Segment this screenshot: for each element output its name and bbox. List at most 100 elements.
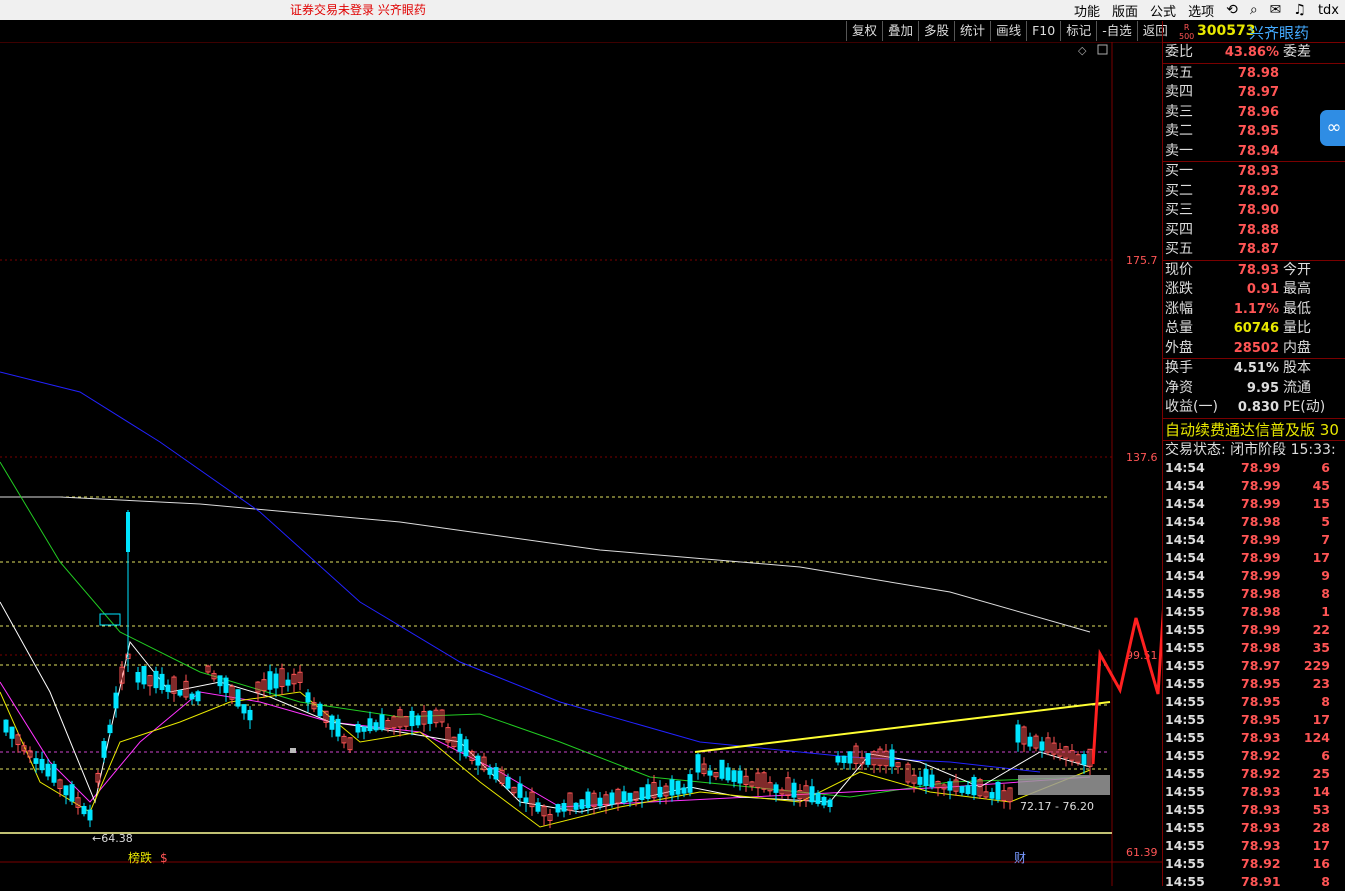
stock-name[interactable]: 兴齐眼药: [1249, 22, 1309, 43]
candle-body: [427, 710, 433, 724]
overlay-button[interactable]: 叠加: [882, 21, 919, 41]
candle-body: [141, 665, 147, 685]
tick-list: 14:54 78.99 6 14:54 78.99 45 14:54 78.99 15 14:54…: [1163, 459, 1345, 891]
statistics-button[interactable]: 统计: [954, 21, 991, 41]
candle-body: [177, 690, 183, 696]
tick-row: 14:54 78.99 7: [1165, 531, 1330, 547]
restore-rights-button[interactable]: 复权: [846, 21, 883, 41]
candle-body: [1039, 741, 1045, 751]
candle-body: [815, 792, 821, 804]
candle-body: [235, 689, 241, 707]
candle-body: [113, 692, 119, 709]
tick-row: 14:55 78.95 17: [1165, 711, 1330, 727]
candle-body: [1081, 754, 1087, 765]
tick-row: 14:55 78.93 124: [1165, 729, 1330, 745]
bell-icon[interactable]: ♫: [1293, 2, 1306, 18]
search-icon[interactable]: ⌕: [1250, 2, 1258, 18]
ticker-banner[interactable]: 自动续费通达信普及版 30: [1163, 417, 1345, 440]
axis-label-1: 175.7: [1126, 254, 1158, 267]
trade-state: 交易状态: 闭市阶段 15:33:: [1163, 439, 1345, 459]
kline-chart[interactable]: 175.7 137.6 99.51 61.39 ◇ 72.17 - 76.20 …: [0, 42, 1162, 886]
candle-body: [247, 709, 253, 721]
candle-body: [51, 763, 57, 783]
candle-body: [841, 755, 847, 763]
bottom-tag-finance: 财: [1014, 851, 1026, 865]
tick-row: 14:55 78.93 14: [1165, 783, 1330, 799]
sell-orders: 卖五 78.98 卖四 78.97 卖三 78.96 卖二 78.95 卖一 78.94: [1163, 62, 1345, 162]
candle-body: [457, 733, 463, 752]
candle-body: [165, 684, 171, 692]
candle-body: [241, 704, 247, 714]
remove-watchlist-button[interactable]: -自选: [1096, 21, 1137, 41]
stat-row: 总量 60746 量比: [1165, 320, 1311, 336]
tick-row: 14:55 78.97 229: [1165, 657, 1330, 673]
candle-body: [3, 719, 9, 733]
stat-row: 现价 78.93 今开: [1165, 261, 1311, 278]
candle-body: [597, 797, 603, 807]
candle-body: [126, 512, 130, 552]
candle-body: [107, 724, 113, 734]
red-drawn-zigzag: [1091, 608, 1162, 765]
candle-body: [719, 759, 725, 779]
candle-body: [917, 776, 923, 785]
candle-body: [189, 693, 195, 700]
menu-function[interactable]: 功能: [1074, 1, 1100, 20]
candle-body: [523, 797, 529, 803]
multi-stock-button[interactable]: 多股: [918, 21, 955, 41]
candle-body: [809, 786, 815, 803]
candle-body: [929, 774, 935, 788]
sell-level-row: 卖三 78.96: [1165, 103, 1279, 120]
candle-body: [621, 791, 627, 803]
candle-body: [135, 671, 141, 683]
candle-body: [415, 715, 421, 726]
mark-button[interactable]: 标记: [1060, 21, 1097, 41]
candle-body: [737, 770, 743, 784]
candle-body: [361, 726, 367, 732]
menu-options[interactable]: 选项: [1188, 1, 1214, 20]
candle-body: [475, 755, 481, 766]
candle-body: [827, 799, 833, 807]
candle-body: [639, 787, 645, 800]
menu-tdx[interactable]: tdx: [1318, 3, 1339, 18]
range-label: 72.17 - 76.20: [1020, 800, 1094, 813]
candle-body: [379, 714, 385, 730]
candle-body: [373, 722, 379, 731]
stock-header: R 500 300573 兴齐眼药: [1163, 21, 1345, 43]
f10-button[interactable]: F10: [1026, 21, 1061, 41]
stat-row: 收益(一) 0.830 PE(动): [1165, 399, 1326, 415]
menu-formula[interactable]: 公式: [1150, 1, 1176, 20]
tick-row: 14:55 78.91 8: [1165, 873, 1330, 889]
candle-body: [1015, 724, 1021, 743]
menu-layout[interactable]: 版面: [1112, 1, 1138, 20]
candle-body: [989, 792, 995, 799]
bottom-tag-rank: 榜跌: [128, 850, 152, 865]
candle-body: [947, 781, 953, 791]
bottom-tag-dollar: $: [160, 851, 168, 865]
candle-body: [965, 785, 971, 795]
weibi-row: 委比 43.86% 委差: [1165, 44, 1311, 60]
candle-body: [9, 726, 15, 739]
ma-line-white-long: [0, 496, 1091, 633]
refresh-icon[interactable]: ⟲: [1226, 2, 1238, 18]
tick-row: 14:54 78.99 6: [1165, 459, 1330, 475]
tick-row: 14:54 78.99 17: [1165, 549, 1330, 565]
tick-row: 14:55 78.95 8: [1165, 693, 1330, 709]
buy-level-row: 买五 78.87: [1165, 241, 1279, 257]
login-status-text: 证券交易未登录 兴齐眼药: [290, 3, 426, 17]
share-icon[interactable]: ∞: [1320, 110, 1345, 146]
tick-row: 14:54 78.99 9: [1165, 567, 1330, 583]
tick-row: 14:55 78.93 53: [1165, 801, 1330, 817]
candle-body: [63, 785, 69, 796]
quote-panel: R 500 300573 兴齐眼药 委比 43.86% 委差 卖五 78.98 卖四 7…: [1162, 21, 1345, 889]
mail-icon[interactable]: ✉: [1270, 2, 1282, 18]
candle-body: [725, 767, 731, 781]
draw-line-button[interactable]: 画线: [990, 21, 1027, 41]
candle-body: [101, 741, 107, 758]
sell-level-row: 卖二 78.95: [1165, 123, 1279, 139]
candle-body: [681, 787, 687, 794]
candle-body: [865, 753, 871, 765]
maximize-icon: [1097, 44, 1108, 55]
candle-body: [707, 770, 713, 776]
tick-row: 14:55 78.95 23: [1165, 675, 1330, 691]
chart-corner-icons[interactable]: ◇: [1078, 44, 1108, 57]
